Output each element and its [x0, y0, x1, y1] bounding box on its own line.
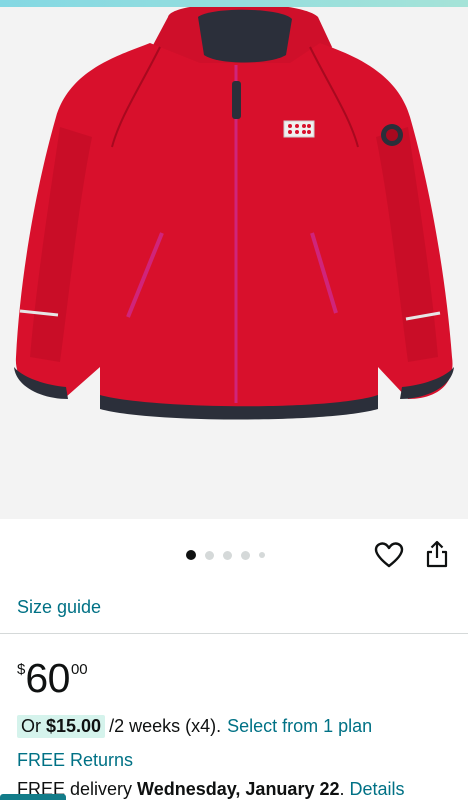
- share-icon: [426, 540, 448, 568]
- installment-plan: Or $15.00 /2 weeks (x4). Select from 1 p…: [17, 715, 372, 738]
- price-symbol: $: [17, 661, 26, 678]
- installment-prefix: Or: [21, 716, 41, 736]
- carousel-dot-1[interactable]: [186, 550, 196, 560]
- product-image-carousel[interactable]: [0, 7, 468, 519]
- top-accent-strip: [0, 0, 468, 7]
- share-button[interactable]: [425, 539, 449, 569]
- carousel-dot-4[interactable]: [241, 550, 250, 560]
- delivery-details-link[interactable]: Details: [350, 779, 405, 799]
- wishlist-button[interactable]: [374, 541, 404, 569]
- image-controls: [0, 519, 468, 589]
- carousel-dot-5[interactable]: [259, 552, 265, 558]
- installment-highlight: Or $15.00: [17, 715, 106, 738]
- delivery-info: FREE delivery Wednesday, January 22. Det…: [17, 779, 405, 800]
- price: $ 60 00: [17, 655, 88, 701]
- carousel-dots[interactable]: [186, 549, 265, 561]
- select-plan-link[interactable]: Select from 1 plan: [227, 716, 372, 737]
- free-returns-link[interactable]: FREE Returns: [17, 750, 133, 771]
- section-divider: [0, 633, 468, 634]
- price-whole: 60: [25, 655, 70, 701]
- carousel-dot-2[interactable]: [205, 550, 214, 560]
- product-image: [14, 7, 454, 420]
- bottom-indicator: [0, 794, 66, 800]
- installment-amount: $15.00: [46, 716, 102, 736]
- heart-icon: [374, 542, 404, 568]
- delivery-separator: .: [339, 779, 345, 799]
- size-guide-link[interactable]: Size guide: [17, 597, 101, 618]
- installment-terms: /2 weeks (x4).: [109, 716, 222, 736]
- delivery-date: Wednesday, January 22: [137, 779, 340, 799]
- carousel-dot-3[interactable]: [223, 550, 232, 560]
- price-fraction: 00: [70, 661, 88, 678]
